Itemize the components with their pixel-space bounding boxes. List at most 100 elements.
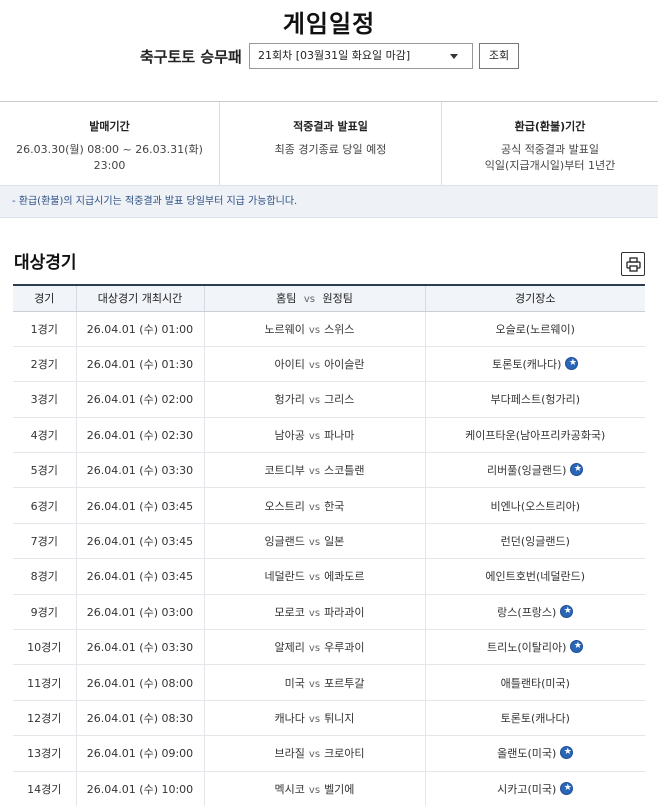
header-away: 원정팀 [322,292,353,306]
game-number: 12경기 [13,700,76,737]
game-number: 3경기 [13,381,76,418]
star-badge-icon[interactable] [560,746,574,760]
vs-label: vs [308,537,321,549]
game-venue: 토론토(캐나다) [424,700,645,737]
game-time: 26.04.01 (수) 08:30 [75,700,204,737]
vs-label: vs [308,395,321,407]
venue-text: 케이프타운(남아프리카공화국) [465,428,606,442]
game-time: 26.04.01 (수) 03:30 [75,629,204,666]
game-number: 10경기 [13,629,76,666]
vs-label: vs [308,678,321,690]
table-row: 13경기 26.04.01 (수) 09:00 브라질 vs 크로아티 올랜도(미국) [13,735,645,772]
game-teams: 캐나다 vs 튀니지 [203,700,425,737]
game-venue: 애틀랜타(미국) [424,664,645,701]
sale-info-panel: 발매기간 26.03.30(월) 08:00 ~ 26.03.31(화) 23:… [0,101,658,186]
game-teams: 오스트리 vs 한국 [203,487,425,524]
game-number: 14경기 [13,771,76,806]
home-team: 노르웨이 [264,322,305,336]
print-button[interactable] [621,252,645,276]
home-team: 코트디부 [264,464,305,478]
away-team: 아이슬란 [324,358,365,372]
home-team: 잉글랜드 [264,535,305,549]
game-time: 26.04.01 (수) 03:45 [75,558,204,595]
venue-text: 리버풀(잉글랜드) [487,464,567,478]
result-date-text: 최종 경기종료 당일 예정 [274,143,387,156]
star-badge-icon[interactable] [570,463,584,477]
away-team: 일본 [324,535,345,549]
venue-text: 에인트호번(네덜란드) [485,570,586,584]
round-selector-row: 축구토토 승무패 21회차 [03월31일 화요일 마감] 조회 [0,42,658,70]
vs-label: vs [308,572,321,584]
table-row: 1경기 26.04.01 (수) 01:00 노르웨이 vs 스위스 오슬로(노르웨이) [13,311,645,347]
vs-label: vs [308,501,321,513]
match-table: 경기 대상경기 개최시간 홈팀 vs 원정팀 경기장소 1경기 26.04.01 … [13,284,645,806]
game-number: 4경기 [13,417,76,454]
venue-text: 비엔나(오스트리아) [490,499,581,513]
game-time: 26.04.01 (수) 03:45 [75,523,204,560]
table-row: 11경기 26.04.01 (수) 08:00 미국 vs 포르투갈 애틀랜타(미국) [13,664,645,701]
game-teams: 잉글랜드 vs 일본 [203,523,425,560]
game-venue: 케이프타운(남아프리카공화국) [424,417,645,454]
table-row: 3경기 26.04.01 (수) 02:00 헝가리 vs 그리스 부다페스트(헝가리) [13,381,645,418]
home-team: 남아공 [274,428,305,442]
game-teams: 모로코 vs 파라과이 [203,594,425,631]
table-row: 9경기 26.04.01 (수) 03:00 모로코 vs 파라과이 랑스(프랑스) [13,594,645,631]
refund-period-heading: 환급(환불)기간 [514,120,586,133]
star-badge-icon[interactable] [560,781,574,795]
venue-text: 런던(잉글랜드) [500,535,570,549]
vs-label: vs [308,360,321,372]
away-team: 파라과이 [324,605,365,619]
star-badge-icon[interactable] [570,640,584,654]
game-number: 5경기 [13,452,76,489]
home-team: 브라질 [274,747,305,761]
table-row: 7경기 26.04.01 (수) 03:45 잉글랜드 vs 일본 런던(잉글랜드) [13,523,645,560]
refund-period-text-1: 공식 적중결과 발표일 [500,143,600,156]
vs-label: vs [308,607,321,619]
game-time: 26.04.01 (수) 02:30 [75,417,204,454]
game-number: 11경기 [13,664,76,701]
game-time: 26.04.01 (수) 01:30 [75,346,204,383]
vs-label: vs [308,784,321,796]
vs-label: vs [308,324,321,336]
game-time: 26.04.01 (수) 03:30 [75,452,204,489]
game-venue: 토론토(캐나다) [424,346,645,383]
game-teams: 미국 vs 포르투갈 [203,664,425,701]
venue-text: 토론토(캐나다) [500,711,570,725]
sale-period-heading: 발매기간 [89,120,130,133]
round-select[interactable]: 21회차 [03월31일 화요일 마감] [249,43,473,69]
search-button[interactable]: 조회 [479,43,519,69]
away-team: 파나마 [324,428,355,442]
home-team: 모로코 [274,605,305,619]
refund-period: 환급(환불)기간 공식 적중결과 발표일 익일(지급개시일)부터 1년간 [441,102,658,186]
game-time: 26.04.01 (수) 03:00 [75,594,204,631]
star-badge-icon[interactable] [560,604,574,618]
game-venue: 올랜도(미국) [424,735,645,772]
away-team: 스위스 [324,322,355,336]
header-teams: 홈팀 vs 원정팀 [203,284,425,312]
header-home: 홈팀 [276,292,297,306]
vs-label: vs [308,713,321,725]
game-teams: 남아공 vs 파나마 [203,417,425,454]
game-number: 8경기 [13,558,76,595]
home-team: 캐나다 [274,711,305,725]
home-team: 아이티 [274,358,305,372]
sale-period-text: 26.03.30(월) 08:00 ~ 26.03.31(화) 23:00 [16,143,203,172]
table-row: 14경기 26.04.01 (수) 10:00 멕시코 vs 벨기에 시카고(미국) [13,771,645,806]
result-date: 적중결과 발표일 최종 경기종료 당일 예정 [219,102,441,186]
sale-period: 발매기간 26.03.30(월) 08:00 ~ 26.03.31(화) 23:… [0,102,219,186]
game-venue: 런던(잉글랜드) [424,523,645,560]
venue-text: 부다페스트(헝가리) [490,393,581,407]
game-venue: 오슬로(노르웨이) [424,311,645,347]
game-time: 26.04.01 (수) 08:00 [75,664,204,701]
venue-text: 오슬로(노르웨이) [495,322,575,336]
printer-icon [626,257,641,272]
game-venue: 시카고(미국) [424,771,645,806]
star-badge-icon[interactable] [565,357,579,371]
header-game: 경기 [13,284,76,312]
home-team: 헝가리 [274,393,305,407]
venue-text: 랑스(프랑스) [497,605,557,619]
round-select-value: 21회차 [03월31일 화요일 마감] [258,49,411,62]
venue-text: 애틀랜타(미국) [500,676,570,690]
game-venue: 에인트호번(네덜란드) [424,558,645,595]
game-number: 7경기 [13,523,76,560]
